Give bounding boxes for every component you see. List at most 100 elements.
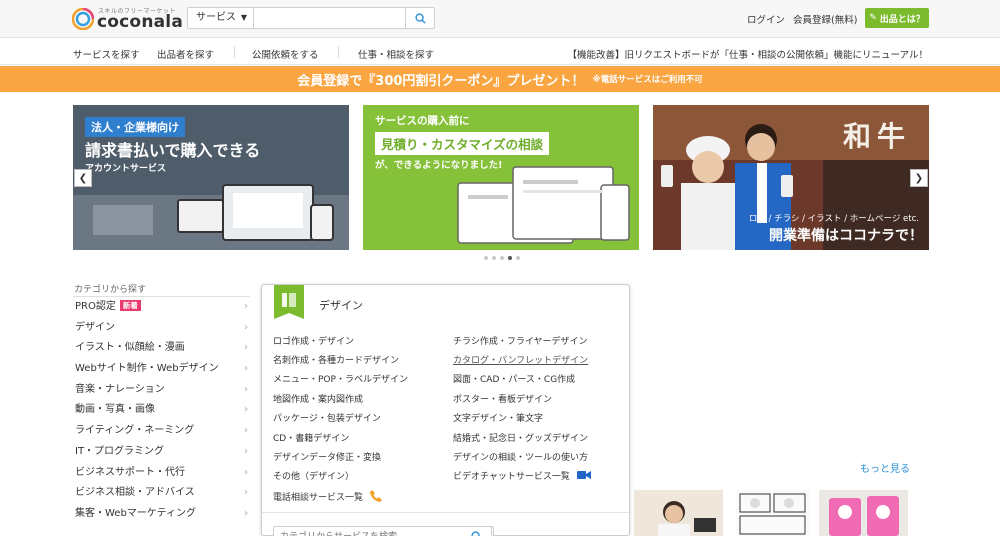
chevron-right-icon: › [244,425,248,437]
service-thumbnail-image [634,490,723,536]
search-icon [414,12,426,24]
search-icon [471,530,480,536]
service-thumbnail-image [819,490,908,536]
flyout-title: デザイン [319,299,363,312]
nav-find-sellers[interactable]: 出品者を探す [157,47,214,61]
chevron-right-icon: › [244,507,248,519]
slide-subtitle: ロゴ / チラシ / イラスト / ホームページ etc. [748,214,919,224]
category-item-it[interactable]: IT・プログラミング › [73,442,250,463]
chevron-right-icon: › [244,342,248,354]
pencil-icon: ✎ [869,13,877,23]
category-item-web[interactable]: Webサイト制作・Webデザイン › [73,359,250,380]
category-label: ビジネス相談・アドバイス [75,487,195,499]
carousel-dot-active[interactable] [508,256,512,260]
carousel-slide-estimate[interactable]: サービスの購入前に 見積り・カスタマイズの相談 が、できるようになりました! [363,105,639,250]
slide-title: 見積り・カスタマイズの相談 [375,132,550,155]
category-label: PRO認定 [75,301,116,312]
chevron-right-icon: › [244,383,248,395]
video-chat-services-link[interactable]: ビデオチャットサービス一覧 [453,469,591,482]
carousel-slide-corporate[interactable]: 法人・企業様向け 請求書払いで購入できる アカウントサービス [73,105,349,250]
promo-note: ※電話サービスはご利用不可 [592,75,703,85]
subcategory-link[interactable]: チラシ作成・フライヤーデザイン [453,334,588,347]
nav-public-request[interactable]: 公開依頼をする [252,47,319,61]
about-listing-button[interactable]: ✎ 出品とは？ [865,8,929,28]
subcategory-link[interactable]: 名刺作成・各種カードデザイン [273,353,399,366]
carousel-dot[interactable] [484,256,488,260]
phone-services-link[interactable]: 電話相談サービス一覧 [273,489,383,503]
slide-title: 請求書払いで購入できる [85,141,261,160]
carousel-prev-button[interactable]: ❮ [74,169,92,187]
search-category-select[interactable]: サービス ▼ [188,8,254,28]
slide-subtitle: が、できるようになりました! [375,160,503,171]
category-item-business-support[interactable]: ビジネスサポート・代行 › [73,463,250,484]
flyout-search-input[interactable] [273,526,494,536]
nav-find-services[interactable]: サービスを探す [73,47,140,61]
category-item-illustration[interactable]: イラスト・似顔絵・漫画 › [73,338,250,359]
flyout-search-button[interactable] [462,526,492,536]
promo-banner[interactable]: 会員登録で『300円割引クーポン』プレゼント！ ※電話サービスはご利用不可 [0,66,1000,92]
subcategory-link[interactable]: ロゴ作成・デザイン [273,334,354,347]
category-item-pro[interactable]: PRO認定 新着 › [73,297,250,318]
carousel-dot[interactable] [500,256,504,260]
chevron-right-icon: › [244,301,248,312]
nav-divider [338,46,339,58]
chevron-right-icon: › [244,445,248,457]
about-listing-label: 出品とは？ [879,14,925,25]
category-label: IT・プログラミング [75,445,165,457]
category-label: イラスト・似顔絵・漫画 [75,342,185,354]
subcategory-link[interactable]: デザインの相談・ツールの使い方 [453,450,588,463]
carousel-slide-opening[interactable]: 和牛 ロゴ / チラシ / イラスト / ホームページ etc. 開業準備はココ… [653,105,929,250]
phone-services-label: 電話相談サービス一覧 [273,493,364,503]
carousel-dots [484,256,520,260]
category-label: 動画・写真・画像 [75,404,155,416]
category-section-title: カテゴリから探す [74,285,147,295]
nav-find-jobs[interactable]: 仕事・相談を探す [358,47,434,61]
search-category-value: サービス [196,12,236,23]
subcategory-link[interactable]: 図面・CAD・パース・CG作成 [453,372,575,385]
category-item-video[interactable]: 動画・写真・画像 › [73,400,250,421]
category-label: ビジネスサポート・代行 [75,466,185,478]
login-link[interactable]: ログイン [747,12,785,26]
carousel-next-button[interactable]: ❯ [910,169,928,187]
chevron-right-icon: › [244,363,248,375]
chevron-right-icon: › [244,466,248,478]
subcategory-link[interactable]: メニュー・POP・ラベルデザイン [273,372,408,385]
subcategory-link[interactable]: ポスター・看板デザイン [453,392,552,405]
slide-subtitle: アカウントサービス [85,164,167,174]
coconala-logo[interactable]: スキルのフリーマーケット coconala [72,6,183,34]
service-thumbnail-image [736,490,809,536]
category-item-music[interactable]: 音楽・ナレーション › [73,380,250,401]
subcategory-link[interactable]: CD・書籍デザイン [273,431,349,444]
service-thumbnail[interactable] [634,490,723,536]
category-item-design[interactable]: デザイン › [73,318,250,339]
news-link[interactable]: 【機能改善】旧リクエストボードが「仕事・相談の公開依頼」機能にリニューアル！ [567,47,928,61]
slide-title: 開業準備はココナラで！ [769,228,923,244]
category-item-business-advice[interactable]: ビジネス相談・アドバイス › [73,483,250,504]
service-thumbnail[interactable] [736,490,809,536]
see-more-link[interactable]: もっと見る [860,460,910,475]
search-button[interactable] [405,8,434,28]
carousel-dot[interactable] [516,256,520,260]
caret-down-icon: ▼ [240,13,247,22]
category-label: ライティング・ネーミング [75,425,195,437]
category-label: 音楽・ナレーション [75,383,165,395]
subcategory-link[interactable]: 結婚式・記念日・グッズデザイン [453,431,588,444]
subcategory-link[interactable]: デザインデータ修正・変換 [273,450,381,463]
category-item-marketing[interactable]: 集客・Webマーケティング › [73,504,250,525]
subcategory-link[interactable]: パッケージ・包装デザイン [273,411,381,424]
search-input[interactable] [255,8,405,28]
subcategory-link[interactable]: 地図作成・案内図作成 [273,392,363,405]
service-thumbnail[interactable] [819,490,908,536]
nav-divider [234,46,235,58]
carousel-dot[interactable] [492,256,496,260]
corporate-badge: 法人・企業様向け [85,117,185,137]
chevron-right-icon: › [244,321,248,333]
register-link[interactable]: 会員登録(無料) [793,12,857,26]
subcategory-link[interactable]: 文字デザイン・筆文字 [453,411,543,424]
subcategory-link[interactable]: その他（デザイン） [273,469,354,482]
category-item-writing[interactable]: ライティング・ネーミング › [73,421,250,442]
video-chat-label: ビデオチャットサービス一覧 [453,472,570,482]
category-list: PRO認定 新着 › デザイン › イラスト・似顔絵・漫画 › Webサイト制作・… [73,296,250,525]
subcategory-link-hovered[interactable]: カタログ・パンフレットデザイン [453,353,588,366]
logo-wordmark: coconala [97,12,183,32]
